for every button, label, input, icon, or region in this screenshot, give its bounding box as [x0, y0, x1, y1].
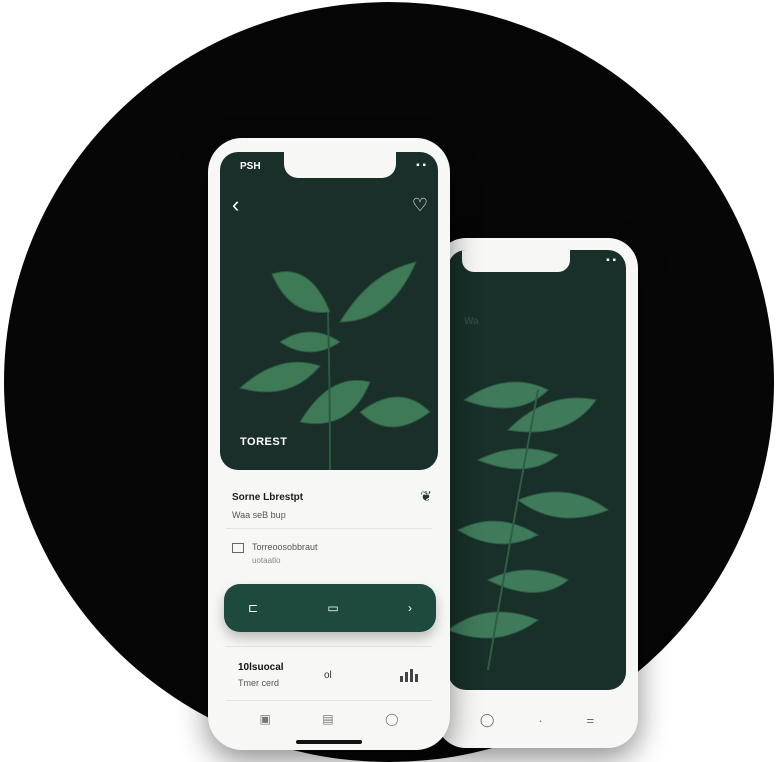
grid-icon[interactable]: ▤ — [322, 712, 333, 726]
collapse-icon[interactable]: ⊏ — [248, 601, 258, 615]
expand-icon[interactable]: › — [408, 601, 412, 615]
front-phone-notch — [284, 152, 396, 178]
menu-icon[interactable]: = — [587, 713, 595, 728]
front-plant-illustration — [238, 261, 431, 470]
home-icon[interactable]: ◯ — [480, 712, 495, 728]
profile-icon[interactable]: ◯ — [385, 712, 398, 726]
bottom-nav: ▣ ▤ ◯ — [208, 704, 450, 734]
bar-chart-icon[interactable] — [398, 668, 418, 682]
front-phone: PSH ▪ ▪ ‹ ♡ TOREST Sorne Lbrestpt Waa se… — [208, 138, 450, 750]
stats-subtitle: Tmer cerd — [238, 678, 280, 688]
heart-icon[interactable]: ♡ — [412, 196, 428, 214]
info-icon — [232, 543, 244, 553]
divider — [226, 700, 432, 701]
back-phone: ▪ ▪ Wa ◯ · = — [436, 238, 638, 748]
plant-image: PSH ▪ ▪ ‹ ♡ TOREST — [220, 152, 438, 470]
back-small-label: Wa — [464, 316, 479, 327]
status-icons: ▪ ▪ — [416, 160, 426, 171]
stats-title: 10lsuocal — [238, 662, 284, 673]
card-title: Sorne Lbrestpt — [232, 492, 304, 503]
back-phone-notch — [462, 250, 570, 272]
divider — [226, 646, 432, 647]
info-line-secondary: uotaatlo — [252, 556, 281, 565]
card-subtitle: Waa seB bup — [232, 510, 286, 520]
card-icon[interactable]: ▭ — [327, 601, 338, 615]
calendar-icon[interactable]: ▣ — [259, 712, 270, 726]
stats-row: 10lsuocal Tmer cerd ol — [222, 652, 436, 698]
status-time: PSH — [240, 161, 261, 172]
action-bar: ⊏ ▭ › — [224, 584, 436, 632]
chevron-left-icon[interactable]: ‹ — [232, 194, 239, 216]
back-bottom-nav: ◯ · = — [436, 702, 638, 738]
home-indicator — [296, 740, 362, 744]
back-status-icons: ▪ ▪ — [606, 255, 616, 266]
divider — [226, 528, 432, 529]
info-line-primary: Torreoosobbraut — [252, 542, 318, 552]
image-caption: TOREST — [240, 436, 288, 448]
dot-icon[interactable]: · — [538, 713, 542, 728]
leaf-icon[interactable]: ❦ — [420, 488, 432, 505]
stats-middle-value: ol — [324, 670, 332, 681]
back-phone-screen: ▪ ▪ Wa — [448, 250, 626, 690]
